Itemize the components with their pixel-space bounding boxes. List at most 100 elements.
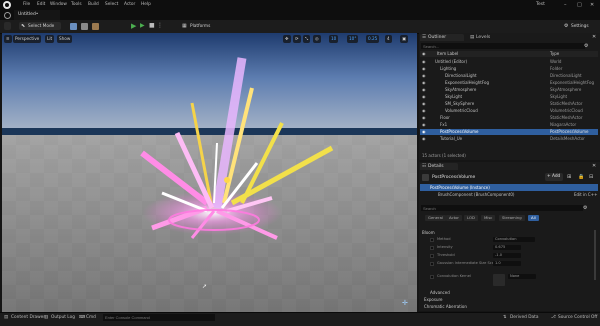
maximize-icon[interactable]: □	[577, 2, 582, 8]
scale-snap-value[interactable]: 0.25	[366, 35, 380, 43]
world-space-icon[interactable]: ◎	[313, 35, 321, 43]
exposure-section-header[interactable]: Exposure	[424, 297, 443, 302]
outliner-row[interactable]: ◉ PostProcessVolume PostProcessVolume	[420, 129, 598, 135]
cmd-selector[interactable]: Cmd	[86, 315, 96, 320]
component-root-row[interactable]: PostProcessVolume (Instance)	[420, 184, 598, 191]
type-header[interactable]: Type	[550, 51, 559, 57]
property-override-checkbox[interactable]	[430, 254, 434, 258]
outliner-settings-icon[interactable]: ⚙	[584, 43, 588, 49]
save-icon[interactable]	[4, 22, 11, 30]
menu-help[interactable]: Help	[141, 2, 151, 7]
cinematics-icon[interactable]	[92, 23, 99, 30]
add-component-button[interactable]: + Add	[545, 173, 563, 181]
property-value-field[interactable]: 1.0	[493, 261, 521, 266]
outliner-row[interactable]: ◉ Untitled (Editor) World	[420, 59, 598, 65]
property-value-field[interactable]: -1.0	[493, 253, 521, 258]
menu-actor[interactable]: Actor	[124, 2, 135, 7]
outliner-row[interactable]: ◉ VolumetricCloud VolumetricCloud	[420, 108, 598, 114]
visibility-eye-icon[interactable]: ◉	[422, 122, 426, 128]
visibility-eye-icon[interactable]: ◉	[422, 94, 426, 100]
item-label-header[interactable]: Item Label	[437, 51, 458, 57]
visibility-eye-icon[interactable]: ◉	[422, 66, 426, 72]
details-close-icon[interactable]: ✕	[592, 163, 596, 169]
show-flags-button[interactable]: Show	[57, 35, 73, 43]
source-control-icon[interactable]: ⎇	[551, 315, 556, 320]
advanced-section-header[interactable]: Advanced	[430, 290, 450, 295]
visibility-eye-icon[interactable]: ◉	[422, 87, 426, 93]
blueprint-icon[interactable]	[81, 23, 88, 30]
filter-tab-streaming[interactable]: Streaming	[499, 215, 525, 221]
menu-file[interactable]: File	[23, 2, 30, 7]
mode-selector[interactable]: ⬉ Select Mode	[19, 22, 61, 30]
property-override-checkbox[interactable]	[430, 246, 434, 250]
transform-scale-icon[interactable]: ⤡	[303, 35, 311, 43]
menu-window[interactable]: Window	[50, 2, 67, 7]
visibility-eye-icon[interactable]: ◉	[422, 129, 426, 135]
visibility-eye-icon[interactable]: ◉	[422, 115, 426, 121]
blueprint-add-icon[interactable]: ⊞	[567, 174, 571, 180]
play-icon[interactable]: ▶	[131, 22, 136, 30]
details-scrollbar[interactable]	[594, 230, 596, 280]
derived-data-button[interactable]: Derived Data	[510, 315, 538, 320]
property-override-checkbox[interactable]	[430, 275, 434, 279]
menu-tools[interactable]: Tools	[71, 2, 82, 7]
property-override-checkbox[interactable]	[430, 262, 434, 266]
actor-pivot[interactable]	[224, 177, 230, 183]
level-tab[interactable]: Untitled•	[14, 10, 60, 20]
output-log-icon[interactable]: ▥	[44, 315, 48, 320]
content-icon[interactable]	[70, 23, 77, 30]
derived-data-icon[interactable]: ⇅	[503, 315, 507, 320]
close-icon[interactable]: ✕	[590, 2, 594, 8]
property-value-field[interactable]: Convolution	[493, 237, 535, 242]
outliner-tab[interactable]: ☰ Outliner	[420, 34, 464, 41]
outliner-row[interactable]: ◉ SkyAtmosphere SkyAtmosphere	[420, 87, 598, 93]
outliner-row[interactable]: ◉ Floor StaticMeshActor	[420, 115, 598, 121]
property-override-checkbox[interactable]	[430, 238, 434, 242]
platforms-button[interactable]: ▦ Platforms	[182, 22, 218, 31]
settings-button[interactable]: ⚙ Settings	[564, 22, 598, 31]
content-drawer-button[interactable]: Content Drawer	[11, 315, 45, 320]
viewport-layout-icon[interactable]: ▣	[400, 35, 408, 43]
console-command-input[interactable]	[103, 314, 215, 321]
property-value-field[interactable]: None	[508, 274, 536, 279]
perspective-button[interactable]: Perspective	[13, 35, 42, 43]
source-control-button[interactable]: Source Control Off	[558, 315, 597, 320]
filter-tab-actor[interactable]: Actor	[446, 215, 462, 221]
details-search-input[interactable]	[421, 205, 583, 211]
property-value-field[interactable]: 0.675	[493, 245, 521, 250]
step-icon[interactable]: ▶	[140, 22, 145, 29]
menu-select[interactable]: Select	[105, 2, 118, 7]
visibility-eye-icon[interactable]: ◉	[422, 108, 426, 114]
outliner-row[interactable]: ◉ SM_SkySphere StaticMeshActor	[420, 101, 598, 107]
details-tab[interactable]: ☷ Details	[420, 163, 458, 170]
outliner-row[interactable]: ◉ Lighting Folder	[420, 66, 598, 72]
outliner-row[interactable]: ◉ SkyLight SkyLight	[420, 94, 598, 100]
levels-tab[interactable]: ▤ Levels	[468, 34, 508, 41]
visibility-eye-icon[interactable]: ◉	[422, 73, 426, 79]
visibility-eye-icon[interactable]: ◉	[422, 59, 426, 65]
menu-build[interactable]: Build	[88, 2, 99, 7]
level-viewport[interactable]: ➚ ✛	[2, 33, 417, 312]
rotation-snap-value[interactable]: 10°	[347, 35, 359, 43]
actor-name-field[interactable]: PostProcessVolume	[432, 175, 475, 180]
outliner-row[interactable]: ◉ Tutorial_Ue DetailsMeshActor	[420, 136, 598, 142]
visibility-eye-icon[interactable]: ◉	[422, 80, 426, 86]
details-lock-icon[interactable]: 🔒	[578, 174, 584, 180]
edit-in-cpp-link[interactable]: Edit in C++	[574, 192, 597, 197]
view-mode-lit-button[interactable]: Lit	[45, 35, 55, 43]
outliner-close-icon[interactable]: ✕	[592, 34, 596, 40]
transform-rotate-icon[interactable]: ⟳	[293, 35, 301, 43]
viewport-options-icon[interactable]: ≡	[4, 35, 12, 43]
output-log-button[interactable]: Output Log	[51, 315, 75, 320]
outliner-row[interactable]: ◉ DirectionalLight DirectionalLight	[420, 73, 598, 79]
content-drawer-icon[interactable]: ▤	[4, 315, 8, 320]
outliner-row[interactable]: ◉ Fx1 NiagaraActor	[420, 122, 598, 128]
details-grid-icon[interactable]: ⊟	[589, 174, 593, 180]
minimize-icon[interactable]: –	[564, 2, 567, 8]
visibility-eye-icon[interactable]: ◉	[422, 136, 426, 142]
brush-component-row[interactable]: BrushComponent (BrushComponent0) Edit in…	[420, 191, 598, 198]
play-options-icon[interactable]: ⋮	[157, 22, 163, 29]
visibility-eye-icon[interactable]: ◉	[422, 101, 426, 107]
transform-move-icon[interactable]: ✥	[283, 35, 291, 43]
grid-snap-value[interactable]: 10	[329, 35, 339, 43]
